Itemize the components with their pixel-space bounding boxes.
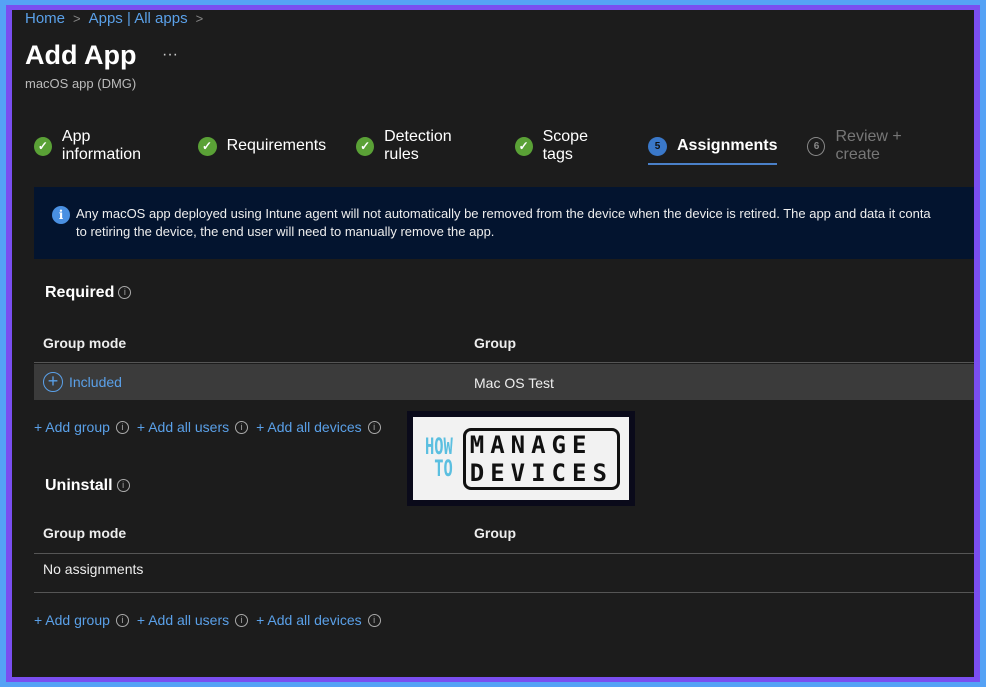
group-value: Mac OS Test (474, 375, 554, 391)
step-label: Review + create (835, 128, 902, 163)
step-scope-tags[interactable]: ✓ Scope tags (514, 128, 618, 164)
divider (34, 592, 974, 593)
more-options-button[interactable]: ··· (162, 46, 178, 64)
breadcrumb-home[interactable]: Home (25, 10, 65, 27)
banner-text-line1: Any macOS app deployed using Intune agen… (76, 206, 931, 221)
step-number-icon: 5 (648, 136, 667, 156)
add-all-users-link[interactable]: + Add all users (137, 419, 229, 435)
page-subtitle: macOS app (DMG) (25, 76, 137, 91)
chevron-right-icon: > (195, 11, 204, 26)
info-icon[interactable]: i (367, 613, 381, 627)
col-group: Group (474, 525, 516, 541)
step-number-icon: 6 (807, 136, 826, 156)
step-app-information[interactable]: ✓ App information (34, 128, 168, 164)
required-add-links: + Add group i + Add all users i + Add all … (34, 419, 383, 435)
step-label: Requirements (226, 137, 327, 154)
chevron-right-icon: > (73, 11, 81, 26)
info-icon[interactable]: i (235, 613, 249, 627)
check-icon: ✓ (34, 136, 52, 156)
add-all-devices-link[interactable]: + Add all devices (256, 419, 361, 435)
breadcrumb-apps[interactable]: Apps | All apps (89, 10, 188, 27)
group-mode-value[interactable]: Included (69, 374, 122, 390)
info-icon[interactable]: i (367, 420, 381, 434)
info-icon[interactable]: i (115, 613, 129, 627)
add-group-link[interactable]: + Add group (34, 419, 110, 435)
check-icon: ✓ (514, 136, 533, 156)
info-banner: i Any macOS app deployed using Intune ag… (34, 187, 974, 259)
step-label: Assignments (677, 137, 778, 154)
info-icon[interactable]: i (115, 420, 129, 434)
empty-assignments: No assignments (43, 561, 144, 577)
table-row[interactable]: + Included Mac OS Test (34, 364, 974, 400)
portal-window: Home > Apps | All apps > Add App ··· macOS… (12, 10, 974, 677)
uninstall-heading: Uninstall i (45, 477, 130, 495)
step-label: App information (61, 128, 142, 163)
col-group-mode: Group mode (43, 525, 127, 541)
watermark-logo: HOW TO MANAGE DEVICES (407, 411, 635, 506)
step-review-create[interactable]: 6 Review + create (807, 128, 944, 164)
breadcrumb: Home > Apps | All apps > (25, 10, 203, 27)
divider (34, 553, 974, 554)
wizard-steps: ✓ App information ✓ Requirements ✓ Detectio… (34, 128, 974, 165)
required-heading: Required i (45, 284, 132, 302)
step-label: Scope tags (542, 128, 588, 163)
step-label: Detection rules (384, 128, 452, 163)
divider (34, 362, 974, 363)
info-icon[interactable]: i (116, 479, 130, 493)
info-icon[interactable]: i (118, 286, 132, 300)
col-group-mode: Group mode (43, 335, 127, 351)
step-assignments[interactable]: 5 Assignments (648, 136, 778, 165)
add-all-users-link[interactable]: + Add all users (137, 612, 229, 628)
expand-plus-icon[interactable]: + (43, 372, 63, 392)
add-group-link[interactable]: + Add group (34, 612, 110, 628)
step-requirements[interactable]: ✓ Requirements (197, 136, 327, 156)
page-title: Add App (25, 40, 137, 70)
check-icon: ✓ (356, 136, 375, 156)
banner-text-line2: to retiring the device, the end user wil… (76, 224, 495, 239)
uninstall-add-links: + Add group i + Add all users i + Add all … (34, 612, 383, 628)
check-icon: ✓ (197, 136, 217, 156)
add-all-devices-link[interactable]: + Add all devices (256, 612, 361, 628)
col-group: Group (474, 335, 516, 351)
info-icon: i (52, 206, 70, 224)
step-detection-rules[interactable]: ✓ Detection rules (356, 128, 485, 164)
info-icon[interactable]: i (235, 420, 249, 434)
